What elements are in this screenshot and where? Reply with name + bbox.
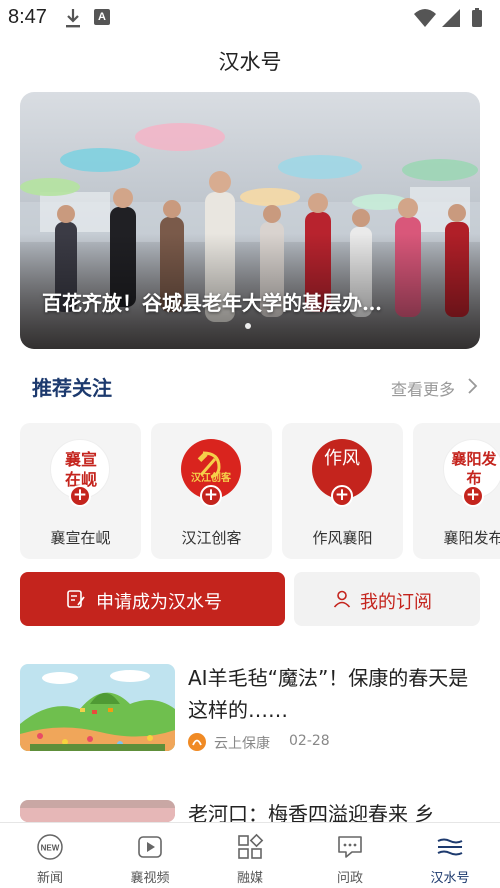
apply-button-label: 申请成为汉水号 <box>96 592 222 613</box>
see-more-link[interactable]: 查看更多 <box>391 376 455 400</box>
chat-icon <box>338 836 362 858</box>
page-title: 汉水号 <box>218 50 282 74</box>
avatar-text: 作风 <box>324 448 360 469</box>
tab-label: 问政 <box>336 871 363 886</box>
tab-label: 襄视频 <box>130 871 170 886</box>
tab-label: 融媒 <box>236 871 263 886</box>
follow-plus-icon[interactable]: + <box>69 485 91 507</box>
tab-news[interactable]: NEW 新闻 <box>0 823 100 888</box>
news-title: 老河口：梅香四溢迎春来 乡 <box>188 802 435 822</box>
account-name: 襄阳发布 <box>443 529 500 547</box>
hanshui-icon <box>437 838 463 856</box>
battery-icon <box>472 8 482 27</box>
source-logo-icon <box>188 733 206 751</box>
a-badge-icon: A <box>94 9 110 25</box>
user-icon <box>333 590 351 608</box>
account-name: 作风襄阳 <box>312 529 373 547</box>
tab-label: 新闻 <box>36 871 63 886</box>
tab-media[interactable]: 融媒 <box>200 823 300 888</box>
banner-caption: 百花齐放！谷城县老年大学的基层办… <box>42 291 382 315</box>
my-subscription-button[interactable]: 我的订阅 <box>294 572 480 626</box>
news-thumbnail <box>20 664 175 751</box>
plum-blossom-image <box>20 800 175 822</box>
news-date: 02-28 <box>289 733 330 749</box>
account-card[interactable]: 襄阳发布 + 襄阳发布 <box>413 423 500 559</box>
edit-document-icon <box>67 590 85 608</box>
account-name: 汉江创客 <box>181 529 242 547</box>
news-item[interactable]: AI羊毛毡“魔法”！保康的春天是这样的…… 云上保康 02-28 <box>20 664 480 754</box>
tab-inquiry[interactable]: 问政 <box>300 823 400 888</box>
news-item[interactable]: 老河口：梅香四溢迎春来 乡 <box>20 800 480 822</box>
apply-hanshui-button[interactable]: 申请成为汉水号 <box>20 572 285 626</box>
wifi-icon <box>414 9 436 27</box>
chevron-right-icon[interactable] <box>466 377 478 395</box>
news-thumbnail <box>20 800 175 822</box>
account-card[interactable]: 襄宣在岘 + 襄宣在岘 <box>20 423 141 559</box>
section-title-recommend: 推荐关注 <box>32 376 112 400</box>
account-card[interactable]: 汉江创客 + 汉江创客 <box>151 423 272 559</box>
status-time: 8:47 <box>8 6 47 28</box>
video-icon <box>138 836 162 858</box>
follow-plus-icon[interactable]: + <box>331 485 353 507</box>
tab-video[interactable]: 襄视频 <box>100 823 200 888</box>
account-card[interactable]: 作风 + 作风襄阳 <box>282 423 403 559</box>
download-icon <box>66 9 80 28</box>
media-icon <box>238 833 264 859</box>
follow-plus-icon[interactable]: + <box>462 485 484 507</box>
avatar-text: 汉江创客 <box>191 473 231 484</box>
avatar-text: 襄阳发布 <box>451 450 497 487</box>
felt-landscape-image <box>20 664 175 751</box>
tab-hanshui[interactable]: 汉水号 <box>400 823 500 888</box>
status-bar: 8:47 A <box>0 0 500 36</box>
recommended-accounts-row: 襄宣在岘 + 襄宣在岘 汉江创客 + 汉江创客 作风 + 作风襄阳 襄阳发布 +… <box>20 423 500 559</box>
avatar-text: 襄宣在岘 <box>64 450 97 489</box>
carousel-indicator <box>245 323 251 329</box>
svg-text:NEW: NEW <box>41 844 60 853</box>
signal-icon <box>442 9 460 27</box>
news-icon: NEW <box>37 834 63 860</box>
system-status-icons <box>414 8 482 27</box>
news-source: 云上保康 <box>214 736 270 752</box>
account-name: 襄宣在岘 <box>50 529 111 547</box>
subscribe-button-label: 我的订阅 <box>360 592 432 613</box>
bottom-tab-bar: NEW 新闻 襄视频 融媒 问政 汉水号 <box>0 822 500 888</box>
news-title: AI羊毛毡“魔法”！保康的春天是这样的…… <box>188 666 469 722</box>
banner-carousel[interactable]: 百花齐放！谷城县老年大学的基层办… <box>20 92 480 349</box>
tab-label: 汉水号 <box>430 871 470 886</box>
follow-plus-icon[interactable]: + <box>200 485 222 507</box>
